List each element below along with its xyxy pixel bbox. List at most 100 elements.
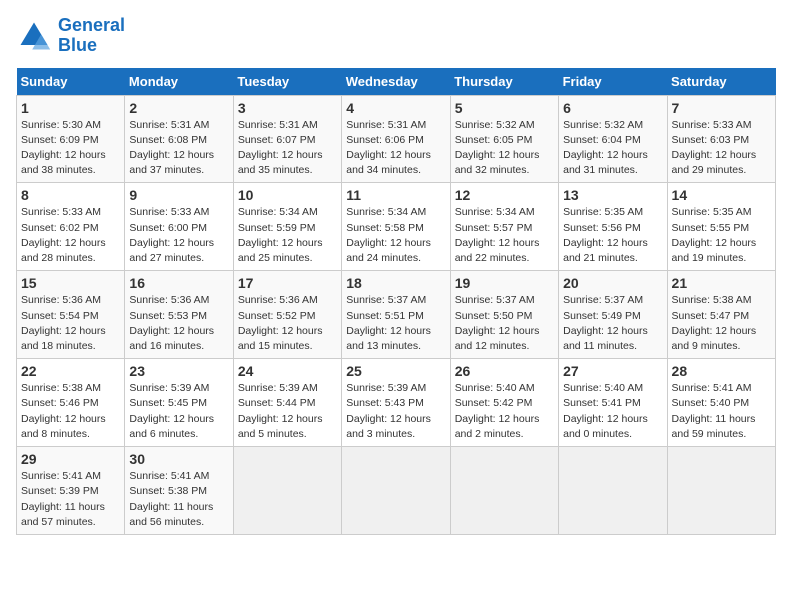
calendar-cell: 22 Sunrise: 5:38 AM Sunset: 5:46 PM Dayli… (17, 359, 125, 447)
day-info: Sunrise: 5:40 AM Sunset: 5:42 PM Dayligh… (455, 381, 554, 442)
day-number: 22 (21, 363, 120, 379)
day-number: 25 (346, 363, 445, 379)
day-number: 18 (346, 275, 445, 291)
day-number: 27 (563, 363, 662, 379)
day-number: 3 (238, 100, 337, 116)
day-number: 7 (672, 100, 771, 116)
calendar-cell: 20 Sunrise: 5:37 AM Sunset: 5:49 PM Dayli… (559, 271, 667, 359)
calendar-cell: 5 Sunrise: 5:32 AM Sunset: 6:05 PM Daylig… (450, 95, 558, 183)
day-number: 2 (129, 100, 228, 116)
calendar-cell: 23 Sunrise: 5:39 AM Sunset: 5:45 PM Dayli… (125, 359, 233, 447)
logo-icon (16, 18, 52, 54)
calendar-cell: 24 Sunrise: 5:39 AM Sunset: 5:44 PM Dayli… (233, 359, 341, 447)
calendar-cell: 25 Sunrise: 5:39 AM Sunset: 5:43 PM Dayli… (342, 359, 450, 447)
day-number: 4 (346, 100, 445, 116)
calendar-cell: 1 Sunrise: 5:30 AM Sunset: 6:09 PM Daylig… (17, 95, 125, 183)
day-number: 16 (129, 275, 228, 291)
calendar-cell: 7 Sunrise: 5:33 AM Sunset: 6:03 PM Daylig… (667, 95, 775, 183)
day-info: Sunrise: 5:31 AM Sunset: 6:07 PM Dayligh… (238, 118, 337, 179)
calendar-cell: 8 Sunrise: 5:33 AM Sunset: 6:02 PM Daylig… (17, 183, 125, 271)
calendar-cell: 28Sunrise: 5:41 AM Sunset: 5:40 PM Dayli… (667, 359, 775, 447)
day-info: Sunrise: 5:32 AM Sunset: 6:05 PM Dayligh… (455, 118, 554, 179)
day-info: Sunrise: 5:36 AM Sunset: 5:52 PM Dayligh… (238, 293, 337, 354)
day-number: 30 (129, 451, 228, 467)
calendar-cell: 16 Sunrise: 5:36 AM Sunset: 5:53 PM Dayli… (125, 271, 233, 359)
day-number: 6 (563, 100, 662, 116)
calendar-cell: 10 Sunrise: 5:34 AM Sunset: 5:59 PM Dayli… (233, 183, 341, 271)
calendar-cell: 17 Sunrise: 5:36 AM Sunset: 5:52 PM Dayli… (233, 271, 341, 359)
calendar-cell: 29Sunrise: 5:41 AM Sunset: 5:39 PM Dayli… (17, 447, 125, 535)
day-number: 5 (455, 100, 554, 116)
day-info: Sunrise: 5:37 AM Sunset: 5:50 PM Dayligh… (455, 293, 554, 354)
calendar-cell (233, 447, 341, 535)
day-info: Sunrise: 5:31 AM Sunset: 6:06 PM Dayligh… (346, 118, 445, 179)
day-info: Sunrise: 5:36 AM Sunset: 5:54 PM Dayligh… (21, 293, 120, 354)
page-header: General Blue (16, 16, 776, 56)
calendar-cell: 27 Sunrise: 5:40 AM Sunset: 5:41 PM Dayli… (559, 359, 667, 447)
calendar-cell: 15Sunrise: 5:36 AM Sunset: 5:54 PM Dayli… (17, 271, 125, 359)
calendar-cell: 21 Sunrise: 5:38 AM Sunset: 5:47 PM Dayli… (667, 271, 775, 359)
day-info: Sunrise: 5:33 AM Sunset: 6:02 PM Dayligh… (21, 205, 120, 266)
col-header-sunday: Sunday (17, 68, 125, 96)
day-info: Sunrise: 5:39 AM Sunset: 5:45 PM Dayligh… (129, 381, 228, 442)
day-number: 21 (672, 275, 771, 291)
calendar-cell (667, 447, 775, 535)
day-info: Sunrise: 5:36 AM Sunset: 5:53 PM Dayligh… (129, 293, 228, 354)
calendar-row: 1 Sunrise: 5:30 AM Sunset: 6:09 PM Daylig… (17, 95, 776, 183)
day-info: Sunrise: 5:37 AM Sunset: 5:51 PM Dayligh… (346, 293, 445, 354)
day-number: 23 (129, 363, 228, 379)
calendar-cell: 4 Sunrise: 5:31 AM Sunset: 6:06 PM Daylig… (342, 95, 450, 183)
day-info: Sunrise: 5:34 AM Sunset: 5:59 PM Dayligh… (238, 205, 337, 266)
day-info: Sunrise: 5:41 AM Sunset: 5:38 PM Dayligh… (129, 469, 228, 530)
col-header-friday: Friday (559, 68, 667, 96)
day-info: Sunrise: 5:38 AM Sunset: 5:46 PM Dayligh… (21, 381, 120, 442)
day-info: Sunrise: 5:39 AM Sunset: 5:44 PM Dayligh… (238, 381, 337, 442)
day-info: Sunrise: 5:34 AM Sunset: 5:57 PM Dayligh… (455, 205, 554, 266)
day-info: Sunrise: 5:38 AM Sunset: 5:47 PM Dayligh… (672, 293, 771, 354)
calendar-cell: 30 Sunrise: 5:41 AM Sunset: 5:38 PM Dayli… (125, 447, 233, 535)
col-header-saturday: Saturday (667, 68, 775, 96)
calendar-row: 29Sunrise: 5:41 AM Sunset: 5:39 PM Dayli… (17, 447, 776, 535)
calendar-cell (342, 447, 450, 535)
day-number: 1 (21, 100, 120, 116)
day-info: Sunrise: 5:33 AM Sunset: 6:03 PM Dayligh… (672, 118, 771, 179)
calendar-cell: 13 Sunrise: 5:35 AM Sunset: 5:56 PM Dayli… (559, 183, 667, 271)
col-header-wednesday: Wednesday (342, 68, 450, 96)
header-row: SundayMondayTuesdayWednesdayThursdayFrid… (17, 68, 776, 96)
col-header-monday: Monday (125, 68, 233, 96)
day-info: Sunrise: 5:31 AM Sunset: 6:08 PM Dayligh… (129, 118, 228, 179)
calendar-row: 15Sunrise: 5:36 AM Sunset: 5:54 PM Dayli… (17, 271, 776, 359)
day-number: 13 (563, 187, 662, 203)
day-number: 17 (238, 275, 337, 291)
calendar-cell: 9 Sunrise: 5:33 AM Sunset: 6:00 PM Daylig… (125, 183, 233, 271)
day-number: 9 (129, 187, 228, 203)
day-info: Sunrise: 5:35 AM Sunset: 5:56 PM Dayligh… (563, 205, 662, 266)
day-info: Sunrise: 5:33 AM Sunset: 6:00 PM Dayligh… (129, 205, 228, 266)
day-number: 12 (455, 187, 554, 203)
calendar-table: SundayMondayTuesdayWednesdayThursdayFrid… (16, 68, 776, 535)
day-number: 24 (238, 363, 337, 379)
day-number: 20 (563, 275, 662, 291)
calendar-cell: 12 Sunrise: 5:34 AM Sunset: 5:57 PM Dayli… (450, 183, 558, 271)
day-info: Sunrise: 5:30 AM Sunset: 6:09 PM Dayligh… (21, 118, 120, 179)
day-number: 26 (455, 363, 554, 379)
day-number: 19 (455, 275, 554, 291)
day-number: 8 (21, 187, 120, 203)
day-info: Sunrise: 5:34 AM Sunset: 5:58 PM Dayligh… (346, 205, 445, 266)
day-number: 11 (346, 187, 445, 203)
calendar-cell: 14Sunrise: 5:35 AM Sunset: 5:55 PM Dayli… (667, 183, 775, 271)
day-info: Sunrise: 5:40 AM Sunset: 5:41 PM Dayligh… (563, 381, 662, 442)
calendar-row: 22 Sunrise: 5:38 AM Sunset: 5:46 PM Dayli… (17, 359, 776, 447)
col-header-tuesday: Tuesday (233, 68, 341, 96)
day-info: Sunrise: 5:32 AM Sunset: 6:04 PM Dayligh… (563, 118, 662, 179)
calendar-cell: 6 Sunrise: 5:32 AM Sunset: 6:04 PM Daylig… (559, 95, 667, 183)
day-info: Sunrise: 5:39 AM Sunset: 5:43 PM Dayligh… (346, 381, 445, 442)
calendar-cell: 18 Sunrise: 5:37 AM Sunset: 5:51 PM Dayli… (342, 271, 450, 359)
calendar-cell: 19 Sunrise: 5:37 AM Sunset: 5:50 PM Dayli… (450, 271, 558, 359)
day-info: Sunrise: 5:37 AM Sunset: 5:49 PM Dayligh… (563, 293, 662, 354)
calendar-row: 8 Sunrise: 5:33 AM Sunset: 6:02 PM Daylig… (17, 183, 776, 271)
calendar-cell: 26 Sunrise: 5:40 AM Sunset: 5:42 PM Dayli… (450, 359, 558, 447)
calendar-cell: 11 Sunrise: 5:34 AM Sunset: 5:58 PM Dayli… (342, 183, 450, 271)
day-number: 14 (672, 187, 771, 203)
day-number: 10 (238, 187, 337, 203)
